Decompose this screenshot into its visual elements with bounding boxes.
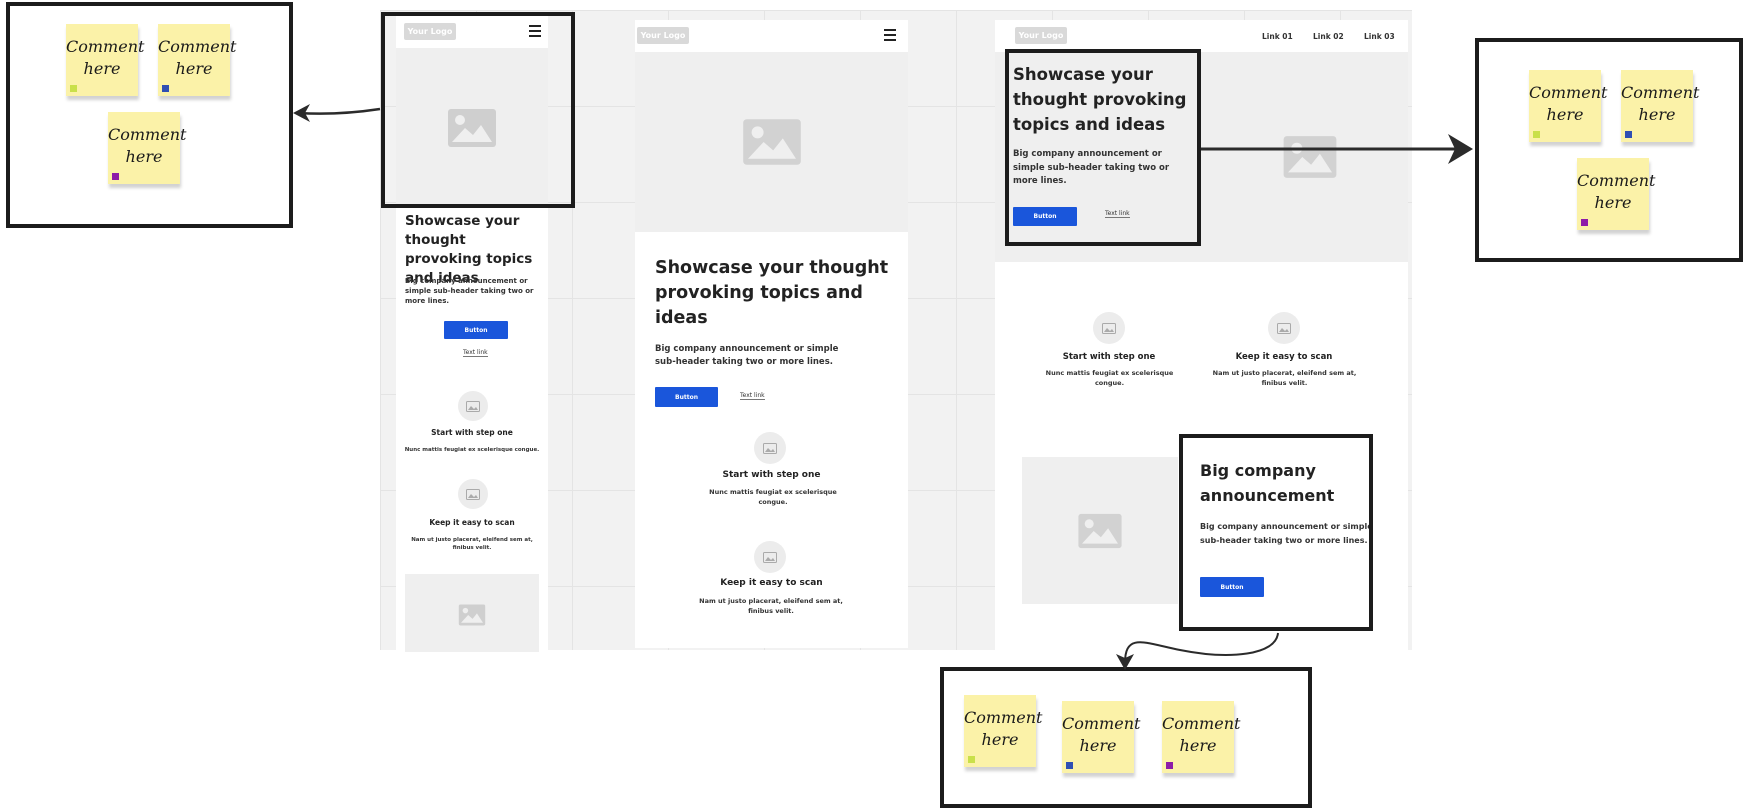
arrow-to-bottom-callout[interactable] [1124,632,1279,664]
connector-arrows [293,104,1473,670]
arrow-to-left-callout[interactable] [297,107,381,115]
